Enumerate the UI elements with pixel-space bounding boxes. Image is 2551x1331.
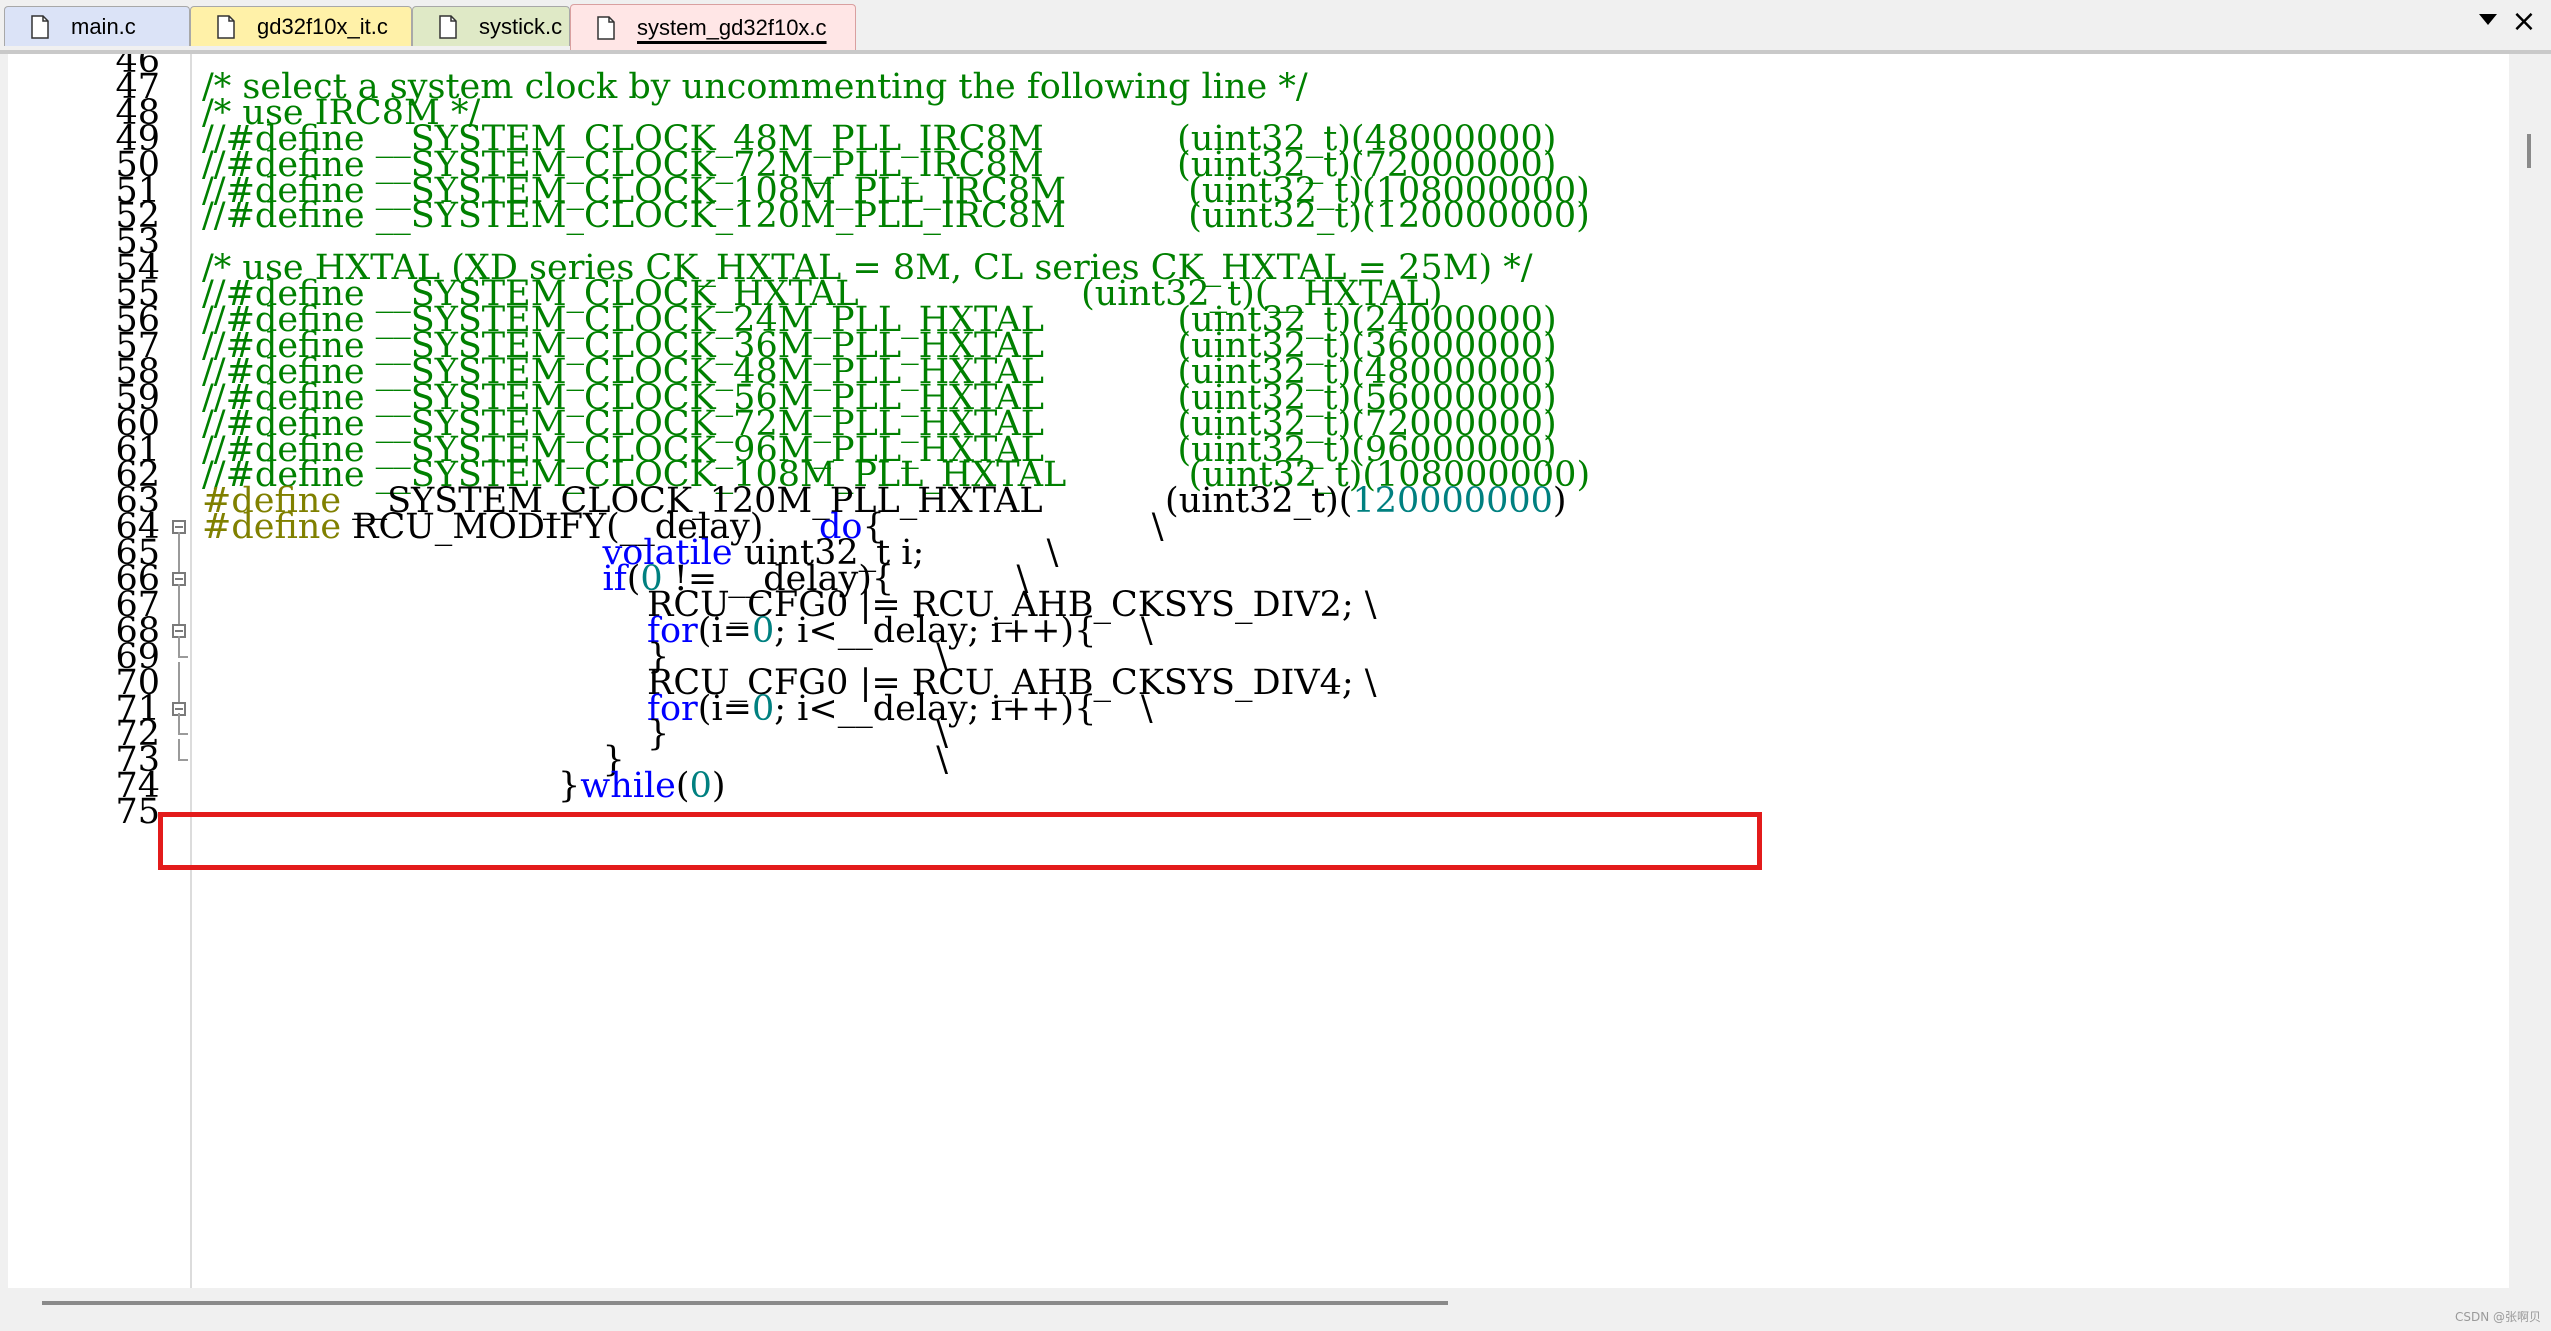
tab-systick-c[interactable]: systick.c: [412, 6, 570, 46]
editor-tab-bar: main.c gd32f10x_it.c systick.c system_gd…: [0, 0, 2551, 54]
tab-system-gd32f10x-c[interactable]: system_gd32f10x.c: [570, 4, 856, 50]
file-icon: [31, 14, 49, 39]
chevron-down-icon[interactable]: [2479, 14, 2497, 25]
close-icon[interactable]: ×: [2509, 4, 2539, 40]
tab-label: main.c: [71, 13, 136, 39]
fold-end-marker: [178, 739, 188, 762]
file-icon: [597, 15, 615, 40]
vertical-scrollbar[interactable]: [2509, 54, 2551, 1288]
watermark: CSDN @张啊贝: [2454, 1310, 2541, 1324]
tab-label: gd32f10x_it.c: [257, 13, 388, 39]
horizontal-scrollbar[interactable]: [0, 1288, 2551, 1331]
horizontal-scroll-thumb[interactable]: [42, 1301, 1448, 1305]
tab-label: systick.c: [479, 13, 563, 39]
line-number: 75: [115, 792, 160, 833]
vertical-scroll-thumb[interactable]: [2527, 134, 2531, 168]
file-icon: [217, 14, 235, 39]
tab-main-c[interactable]: main.c: [4, 6, 190, 46]
code-editor[interactable]: 46 47/* select a system clock by uncommen…: [8, 54, 2509, 1288]
fold-end-marker: [178, 713, 188, 736]
tab-label: system_gd32f10x.c: [637, 14, 827, 40]
fold-end-marker: [178, 635, 188, 658]
tab-gd32f10x-it-c[interactable]: gd32f10x_it.c: [190, 6, 412, 46]
highlight-box: [158, 812, 1762, 870]
file-icon: [439, 14, 457, 39]
